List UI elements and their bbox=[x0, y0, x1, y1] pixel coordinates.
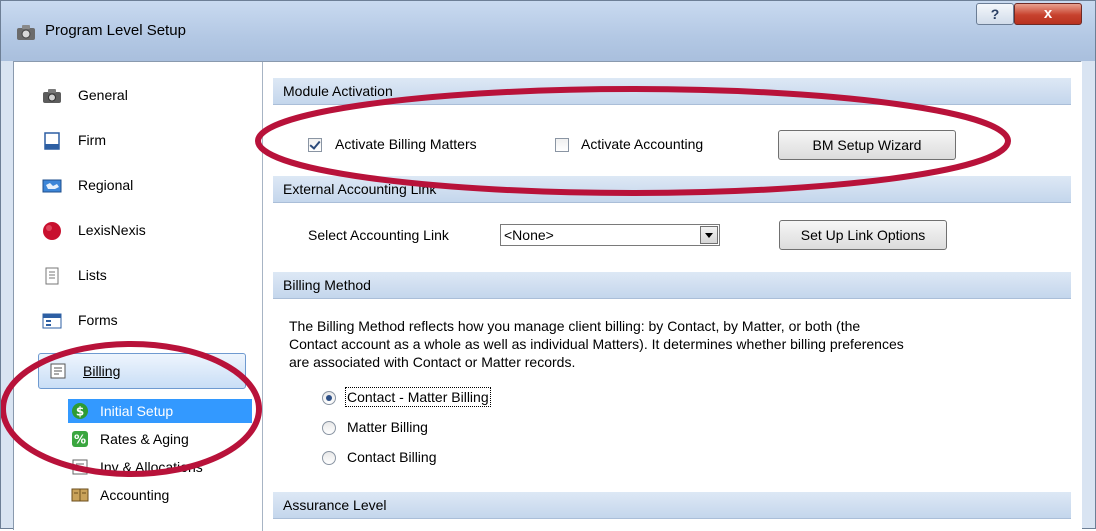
ledger-book-icon bbox=[71, 488, 89, 502]
contact-matter-billing-radio[interactable] bbox=[322, 391, 336, 405]
billing-method-description-line: The Billing Method reflects how you mana… bbox=[289, 318, 861, 334]
sidebar-item-label: General bbox=[78, 87, 128, 103]
window-title: Program Level Setup bbox=[45, 22, 186, 39]
section-title: External Accounting Link bbox=[283, 181, 437, 197]
form-icon bbox=[42, 313, 62, 329]
sidebar-subitem-label: Accounting bbox=[100, 487, 170, 503]
svg-text:%: % bbox=[74, 433, 86, 447]
assurance-level-header: Assurance Level bbox=[273, 492, 1071, 519]
sidebar-subitem-label: Rates & Aging bbox=[100, 431, 189, 447]
bm-setup-wizard-button[interactable]: BM Setup Wizard bbox=[778, 130, 956, 160]
activate-billing-checkbox[interactable] bbox=[308, 138, 322, 152]
radio-label: Contact - Matter Billing bbox=[345, 387, 491, 407]
sidebar-subitem-label: Initial Setup bbox=[100, 403, 174, 419]
sidebar-item-label: Regional bbox=[78, 177, 134, 193]
billing-method-description-line: Contact account as a whole as well as in… bbox=[289, 336, 904, 352]
radio-label: Contact Billing bbox=[347, 449, 437, 465]
activate-billing-label: Activate Billing Matters bbox=[335, 136, 477, 152]
sidebar-subitem-label: Inv & Allocations bbox=[100, 459, 203, 475]
select-value: <None> bbox=[504, 227, 554, 243]
contact-billing-radio[interactable] bbox=[322, 451, 336, 465]
matter-billing-radio[interactable] bbox=[322, 421, 336, 435]
sidebar-item-label: Firm bbox=[78, 132, 106, 148]
title-bar: Program Level Setup ? x bbox=[1, 1, 1095, 61]
main-panel: Module Activation Activate Billing Matte… bbox=[263, 62, 1082, 531]
section-title: Module Activation bbox=[283, 83, 393, 99]
sidebar-subitem-initial-setup[interactable]: $ Initial Setup bbox=[68, 399, 252, 423]
sidebar-item-firm[interactable]: Firm bbox=[26, 125, 252, 157]
sidebar-item-label: LexisNexis bbox=[78, 222, 146, 238]
billing-icon bbox=[50, 363, 66, 379]
percent-icon: % bbox=[72, 431, 88, 447]
set-up-link-options-button[interactable]: Set Up Link Options bbox=[779, 220, 947, 250]
program-level-setup-window: Program Level Setup ? x General Firm Reg… bbox=[0, 0, 1096, 531]
chevron-down-icon[interactable] bbox=[700, 226, 718, 244]
external-accounting-link-header: External Accounting Link bbox=[273, 176, 1071, 203]
help-button[interactable]: ? bbox=[976, 3, 1014, 25]
section-title: Billing Method bbox=[283, 277, 371, 293]
lexisnexis-logo-icon bbox=[43, 222, 61, 240]
activate-accounting-label: Activate Accounting bbox=[581, 136, 704, 152]
sidebar: General Firm Regional LexisNexis Lists F… bbox=[14, 62, 261, 531]
sidebar-subitem-rates-aging[interactable]: % Rates & Aging bbox=[68, 427, 252, 451]
dollar-icon: $ bbox=[72, 403, 88, 419]
select-accounting-link-label: Select Accounting Link bbox=[308, 227, 449, 243]
sidebar-item-lists[interactable]: Lists bbox=[26, 260, 252, 292]
svg-text:$: $ bbox=[76, 405, 84, 419]
sidebar-item-regional[interactable]: Regional bbox=[26, 170, 252, 202]
sidebar-item-label: Billing bbox=[83, 363, 121, 379]
dialog-content: General Firm Regional LexisNexis Lists F… bbox=[13, 61, 1082, 531]
sidebar-subitem-accounting[interactable]: Accounting bbox=[68, 483, 252, 507]
sidebar-item-billing[interactable]: Billing bbox=[38, 353, 246, 389]
sidebar-item-lexisnexis[interactable]: LexisNexis bbox=[26, 215, 252, 247]
sidebar-subitem-inv-allocations[interactable]: Inv & Allocations bbox=[68, 455, 252, 479]
camera-icon bbox=[17, 25, 35, 40]
sidebar-item-label: Lists bbox=[78, 267, 107, 283]
billing-method-description-line: are associated with Contact or Matter re… bbox=[289, 354, 576, 370]
regional-map-icon bbox=[42, 179, 62, 193]
radio-label: Matter Billing bbox=[347, 419, 428, 435]
sidebar-item-label: Forms bbox=[78, 312, 118, 328]
invoice-icon bbox=[72, 459, 88, 475]
camera-icon bbox=[43, 89, 61, 103]
activate-accounting-checkbox[interactable] bbox=[555, 138, 569, 152]
sidebar-item-general[interactable]: General bbox=[26, 80, 252, 112]
document-icon bbox=[44, 132, 60, 150]
section-title: Assurance Level bbox=[283, 497, 387, 513]
accounting-link-select[interactable]: <None> bbox=[500, 224, 720, 246]
list-icon bbox=[45, 267, 59, 285]
sidebar-item-forms[interactable]: Forms bbox=[26, 305, 252, 337]
billing-method-header: Billing Method bbox=[273, 272, 1071, 299]
module-activation-header: Module Activation bbox=[273, 78, 1071, 105]
close-button[interactable]: x bbox=[1014, 3, 1082, 25]
